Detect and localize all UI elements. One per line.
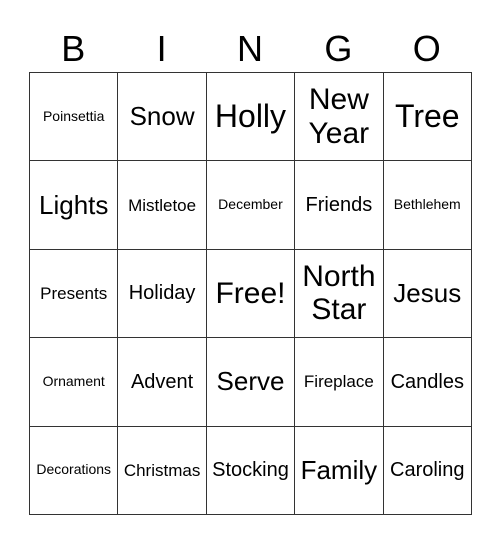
bingo-cell[interactable]: Presents [28,248,119,339]
bingo-cell[interactable]: Jesus [382,248,472,339]
bingo-cell[interactable]: Ornament [28,337,119,427]
header-letter-o: O [412,28,441,69]
bingo-row: Lights Mistletoe December Friends Bethlehem [28,160,472,250]
bingo-row: Decorations Christmas Stocking Family Caroli… [28,425,472,515]
bingo-cell[interactable]: Mistletoe [117,160,207,250]
header-letter-b: B [61,28,86,69]
bingo-cell[interactable]: Bethlehem [382,160,472,250]
bingo-cell[interactable]: Decorations [28,425,119,515]
bingo-cell[interactable]: Lights [28,160,119,250]
bingo-cell[interactable]: New Year [294,71,384,162]
bingo-cell[interactable]: Fireplace [294,337,384,427]
bingo-cell[interactable]: Poinsettia [28,71,119,162]
bingo-cell[interactable]: December [205,160,296,250]
bingo-cell[interactable]: Caroling [382,425,472,515]
bingo-row: Poinsettia Snow Holly New Year Tree [28,71,472,162]
bingo-cell[interactable]: Serve [205,337,296,427]
bingo-cell[interactable]: Holly [205,71,296,162]
bingo-row: Presents Holiday Free! North Star Jesus [28,248,472,339]
bingo-cell[interactable]: Candles [382,337,472,427]
bingo-cell[interactable]: Family [294,425,384,515]
bingo-cell[interactable]: North Star [294,248,384,339]
bingo-cell[interactable]: Free! [205,248,296,339]
bingo-cell[interactable]: Advent [117,337,207,427]
bingo-cell[interactable]: Christmas [117,425,207,515]
header-letter-i: I [156,28,167,69]
header-letter-g: G [324,28,353,69]
header-letter-n: N [236,28,263,69]
bingo-cell[interactable]: Stocking [205,425,296,515]
bingo-row: Ornament Advent Serve Fireplace Candles [28,337,472,427]
bingo-grid: Poinsettia Snow Holly New Year Tree Lights Mis… [28,71,472,515]
bingo-cell[interactable]: Snow [117,71,207,162]
bingo-cell[interactable]: Friends [294,160,384,250]
bingo-cell[interactable]: Tree [382,71,472,162]
bingo-header: B I N G O [29,26,471,72]
bingo-cell[interactable]: Holiday [117,248,207,339]
